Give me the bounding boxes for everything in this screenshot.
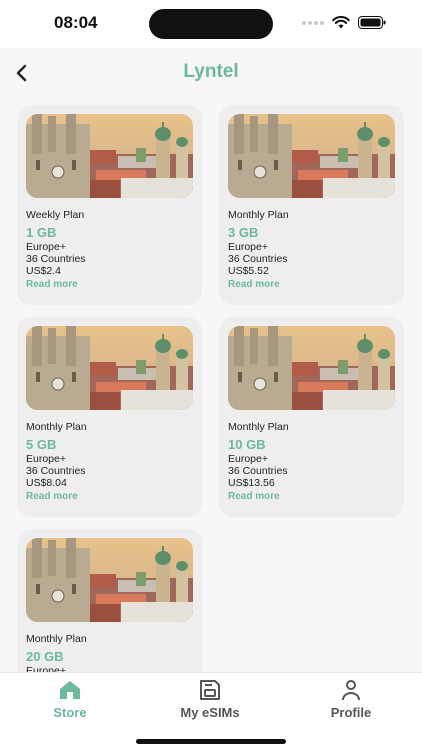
plan-type: Monthly Plan: [228, 421, 289, 433]
tab-profile[interactable]: Profile: [291, 679, 411, 723]
plan-region: Europe+: [26, 241, 66, 253]
plan-price: US$2.4: [26, 265, 62, 277]
plan-type: Weekly Plan: [26, 209, 85, 221]
plan-card[interactable]: Monthly Plan 10 GB Europe+ 36 Countries …: [219, 317, 404, 517]
read-more-link[interactable]: Read more: [228, 279, 280, 290]
plan-card-image: [26, 326, 193, 410]
plan-countries: 36 Countries: [228, 253, 288, 265]
tab-my-esims[interactable]: My eSIMs: [150, 679, 270, 723]
status-time: 08:04: [54, 13, 98, 32]
plan-card[interactable]: Monthly Plan 20 GB Europe+: [17, 529, 202, 672]
plan-data-amount: 5 GB: [26, 437, 57, 452]
plan-data-amount: 10 GB: [228, 437, 266, 452]
tab-store-label: Store: [53, 705, 87, 720]
plan-type: Monthly Plan: [228, 209, 289, 221]
plan-region: Europe+: [228, 453, 268, 465]
munich-city-image: [26, 114, 193, 198]
plan-card-image: [228, 114, 395, 198]
read-more-link[interactable]: Read more: [26, 491, 78, 502]
wifi-icon: [332, 16, 350, 29]
plan-grid: Weekly Plan 1 GB Europe+ 36 Countries US…: [0, 98, 422, 672]
plan-region: Europe+: [26, 453, 66, 465]
plan-price: US$13.56: [228, 477, 275, 489]
plan-card[interactable]: Weekly Plan 1 GB Europe+ 36 Countries US…: [17, 105, 202, 305]
plan-region: Europe+: [26, 665, 66, 672]
plan-data-amount: 1 GB: [26, 225, 57, 240]
plan-card-image: [26, 114, 193, 198]
plan-countries: 36 Countries: [228, 465, 288, 477]
plan-card[interactable]: Monthly Plan 5 GB Europe+ 36 Countries U…: [17, 317, 202, 517]
plan-countries: 36 Countries: [26, 253, 86, 265]
store-icon: [60, 681, 80, 699]
nav-bar: Lyntel: [0, 48, 422, 98]
battery-icon: [358, 16, 386, 29]
read-more-link[interactable]: Read more: [26, 279, 78, 290]
status-bar: 08:04: [0, 0, 422, 48]
munich-city-image: [26, 538, 193, 622]
tab-profile-label: Profile: [330, 705, 372, 720]
munich-city-image: [26, 326, 193, 410]
plan-type: Monthly Plan: [26, 421, 87, 433]
plan-card[interactable]: Monthly Plan 3 GB Europe+ 36 Countries U…: [219, 105, 404, 305]
sim-card-icon: [200, 680, 220, 700]
munich-city-image: [228, 114, 395, 198]
tab-my-esims-label: My eSIMs: [180, 705, 240, 720]
plan-price: US$8.04: [26, 477, 67, 489]
munich-city-image: [228, 326, 395, 410]
page-title: Lyntel: [183, 61, 239, 82]
plan-region: Europe+: [228, 241, 268, 253]
plan-type: Monthly Plan: [26, 633, 87, 645]
plan-card-image: [26, 538, 193, 622]
plan-countries: 36 Countries: [26, 465, 86, 477]
profile-icon: [342, 680, 360, 701]
dynamic-island: [149, 9, 273, 39]
tab-store[interactable]: Store: [10, 679, 130, 723]
plan-card-image: [228, 326, 395, 410]
home-indicator: [136, 739, 286, 744]
cellular-signal-icon: [302, 20, 324, 25]
plan-data-amount: 3 GB: [228, 225, 259, 240]
plan-price: US$5.52: [228, 265, 269, 277]
plan-data-amount: 20 GB: [26, 649, 64, 664]
status-indicators: [302, 16, 386, 29]
read-more-link[interactable]: Read more: [228, 491, 280, 502]
